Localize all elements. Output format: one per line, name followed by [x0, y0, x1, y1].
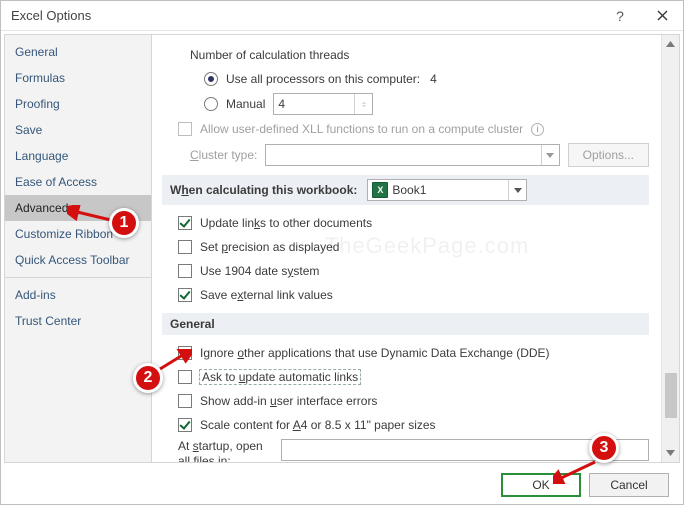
info-icon[interactable]: i: [531, 123, 544, 136]
row-scale-content[interactable]: Scale content for A4 or 8.5 x 11" paper …: [178, 415, 649, 435]
cluster-type-combo: [265, 144, 559, 166]
close-icon: [657, 10, 668, 21]
label-cluster-type: Cluster type:: [190, 148, 257, 162]
label-show-addin: Show add-in user interface errors: [200, 394, 377, 408]
row-show-addin[interactable]: Show add-in user interface errors: [178, 391, 649, 411]
sidebar-item-general[interactable]: General: [5, 39, 151, 65]
label-update-links: Update links to other documents: [200, 216, 372, 230]
label-scale-content: Scale content for A4 or 8.5 x 11" paper …: [200, 418, 436, 432]
sidebar: General Formulas Proofing Save Language …: [4, 34, 152, 463]
sidebar-item-formulas[interactable]: Formulas: [5, 65, 151, 91]
scroll-down-icon[interactable]: [662, 444, 680, 462]
check-show-addin[interactable]: [178, 394, 192, 408]
radio-use-all[interactable]: [204, 72, 218, 86]
chevron-down-icon[interactable]: [508, 180, 526, 200]
sidebar-separator: [5, 277, 151, 278]
scroll-track[interactable]: [662, 53, 680, 444]
excel-icon: X: [372, 182, 388, 198]
window: Excel Options ? General Formulas Proofin…: [0, 0, 684, 505]
check-allow-xll: [178, 122, 192, 136]
label-allow-xll: Allow user-defined XLL functions to run …: [200, 122, 523, 136]
scroll-thumb[interactable]: [665, 373, 677, 418]
sidebar-item-quick-access-toolbar[interactable]: Quick Access Toolbar: [5, 247, 151, 273]
scroll-up-icon[interactable]: [662, 35, 680, 53]
label-save-external: Save external link values: [200, 288, 333, 302]
check-set-precision[interactable]: [178, 240, 192, 254]
content-area: Number of calculation threads Use all pr…: [152, 35, 661, 462]
check-update-links[interactable]: [178, 216, 192, 230]
label-manual: Manual: [226, 97, 265, 111]
manual-value: 4: [278, 97, 285, 111]
row-use-1904[interactable]: Use 1904 date system: [178, 261, 649, 281]
row-ignore-dde[interactable]: Ignore other applications that use Dynam…: [178, 343, 649, 363]
label-ignore-dde: Ignore other applications that use Dynam…: [200, 346, 550, 360]
label-set-precision: Set precision as displayed: [200, 240, 339, 254]
dialog-body: General Formulas Proofing Save Language …: [1, 31, 683, 466]
vertical-scrollbar[interactable]: [661, 35, 679, 462]
row-update-links[interactable]: Update links to other documents: [178, 213, 649, 233]
radio-row-manual[interactable]: Manual 4: [204, 93, 649, 115]
workbook-name: Book1: [392, 183, 426, 197]
radio-manual[interactable]: [204, 97, 218, 111]
label-startup-1: At startup, open: [178, 439, 273, 454]
row-set-precision[interactable]: Set precision as displayed: [178, 237, 649, 257]
check-save-external[interactable]: [178, 288, 192, 302]
section-label: When calculating this workbook:: [170, 183, 357, 197]
cancel-button[interactable]: Cancel: [589, 473, 669, 497]
manual-spinner[interactable]: 4: [273, 93, 373, 115]
row-ask-update[interactable]: Ask to update automatic links: [178, 367, 649, 387]
titlebar: Excel Options ?: [1, 1, 683, 31]
row-allow-xll: Allow user-defined XLL functions to run …: [178, 119, 649, 139]
label-use-all: Use all processors on this computer: 4: [226, 72, 437, 86]
sidebar-item-trust-center[interactable]: Trust Center: [5, 308, 151, 334]
label-calc-threads: Number of calculation threads: [190, 48, 349, 62]
check-use-1904[interactable]: [178, 264, 192, 278]
label-ask-update: Ask to update automatic links: [200, 370, 360, 384]
row-cluster-type: Cluster type: Options...: [190, 143, 649, 167]
close-button[interactable]: [641, 1, 683, 31]
workbook-combo[interactable]: X Book1: [367, 179, 527, 201]
annotation-arrow-2: [156, 349, 192, 373]
sidebar-item-language[interactable]: Language: [5, 143, 151, 169]
annotation-badge-1: 1: [109, 208, 139, 238]
content-wrap: Number of calculation threads Use all pr…: [152, 34, 680, 463]
label-use-1904: Use 1904 date system: [200, 264, 319, 278]
sidebar-item-ease-of-access[interactable]: Ease of Access: [5, 169, 151, 195]
section-general: General: [162, 313, 649, 335]
label-startup-2: all files in:: [178, 454, 273, 462]
radio-row-use-all[interactable]: Use all processors on this computer: 4: [204, 69, 649, 89]
window-title: Excel Options: [11, 8, 91, 23]
spinner-control[interactable]: [354, 94, 372, 114]
help-button[interactable]: ?: [599, 1, 641, 31]
row-startup-open: At startup, open all files in:: [178, 439, 649, 462]
check-scale-content[interactable]: [178, 418, 192, 432]
chevron-down-icon: [541, 145, 559, 165]
cluster-options-button: Options...: [568, 143, 649, 167]
annotation-badge-3: 3: [589, 433, 619, 463]
annotation-arrow-3: [553, 460, 599, 484]
calc-threads-label: Number of calculation threads: [190, 45, 649, 65]
sidebar-item-save[interactable]: Save: [5, 117, 151, 143]
annotation-badge-2: 2: [133, 363, 163, 393]
sidebar-item-proofing[interactable]: Proofing: [5, 91, 151, 117]
section-when-calculating: When calculating this workbook: X Book1: [162, 175, 649, 205]
row-save-external[interactable]: Save external link values: [178, 285, 649, 305]
sidebar-item-add-ins[interactable]: Add-ins: [5, 282, 151, 308]
